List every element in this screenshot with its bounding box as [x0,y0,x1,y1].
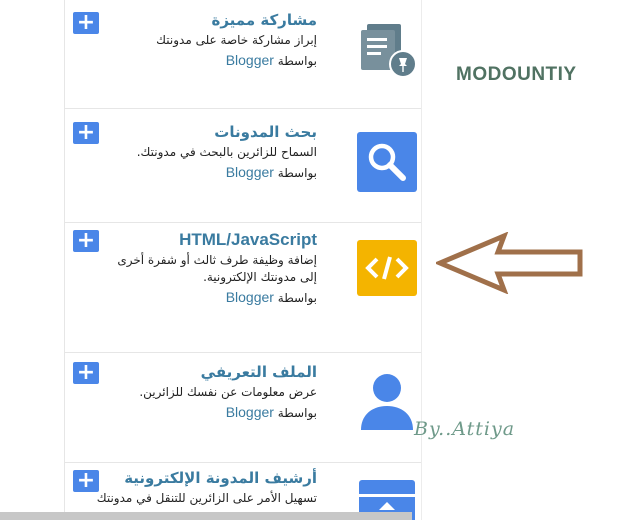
gadget-title[interactable]: بحث المدونات [67,122,317,142]
gadget-description: إبراز مشاركة خاصة على مدونتك [156,33,317,47]
gadget-description: عرض معلومات عن نفسك للزائرين. [139,385,317,399]
gadget-text: الملف التعريفي عرض معلومات عن نفسك للزائ… [67,362,317,422]
gadget-list-panel: + مشاركة مميزة إبراز مشاركة خاصة على مدو… [64,0,422,520]
gadget-item-html-javascript: + HTML/JavaScript إضافة وظيفة طرف ثالث أ… [65,222,421,353]
gadget-author: بواسطة Blogger [225,289,317,305]
profile-icon [357,370,417,430]
gadget-description: إضافة وظيفة طرف ثالث أو شفرة أخرى إلى مد… [117,253,317,284]
author-signature: By..Attiya [414,418,516,440]
gadget-title[interactable]: أرشيف المدونة الإلكترونية [67,468,317,488]
gadget-text: أرشيف المدونة الإلكترونية تسهيل الأمر عل… [67,468,317,507]
gadget-text: مشاركة مميزة إبراز مشاركة خاصة على مدونت… [67,10,317,70]
search-icon [357,132,417,192]
brand-watermark: MODOUNTIY [456,64,577,85]
gadget-item-featured-post: + مشاركة مميزة إبراز مشاركة خاصة على مدو… [65,0,421,109]
gadget-description: السماح للزائرين بالبحث في مدونتك. [136,145,317,159]
gadget-text: HTML/JavaScript إضافة وظيفة طرف ثالث أو … [67,230,317,307]
gadget-title[interactable]: الملف التعريفي [67,362,317,382]
pointer-arrow [436,232,583,294]
gadget-text: بحث المدونات السماح للزائرين بالبحث في م… [67,122,317,182]
horizontal-scrollbar[interactable] [0,512,412,520]
code-icon [357,240,417,300]
gadget-item-blog-search: + بحث المدونات السماح للزائرين بالبحث في… [65,108,421,223]
featured-post-icon [357,18,417,78]
gadget-author: بواسطة Blogger [225,404,317,420]
gadget-item-profile: + الملف التعريفي عرض معلومات عن نفسك للز… [65,352,421,463]
gadget-title[interactable]: مشاركة مميزة [67,10,317,30]
gadget-author: بواسطة Blogger [225,52,317,68]
gadget-title[interactable]: HTML/JavaScript [67,230,317,250]
gadget-author: بواسطة Blogger [225,164,317,180]
gadget-description: تسهيل الأمر على الزائرين للتنقل في مدونت… [96,491,317,505]
